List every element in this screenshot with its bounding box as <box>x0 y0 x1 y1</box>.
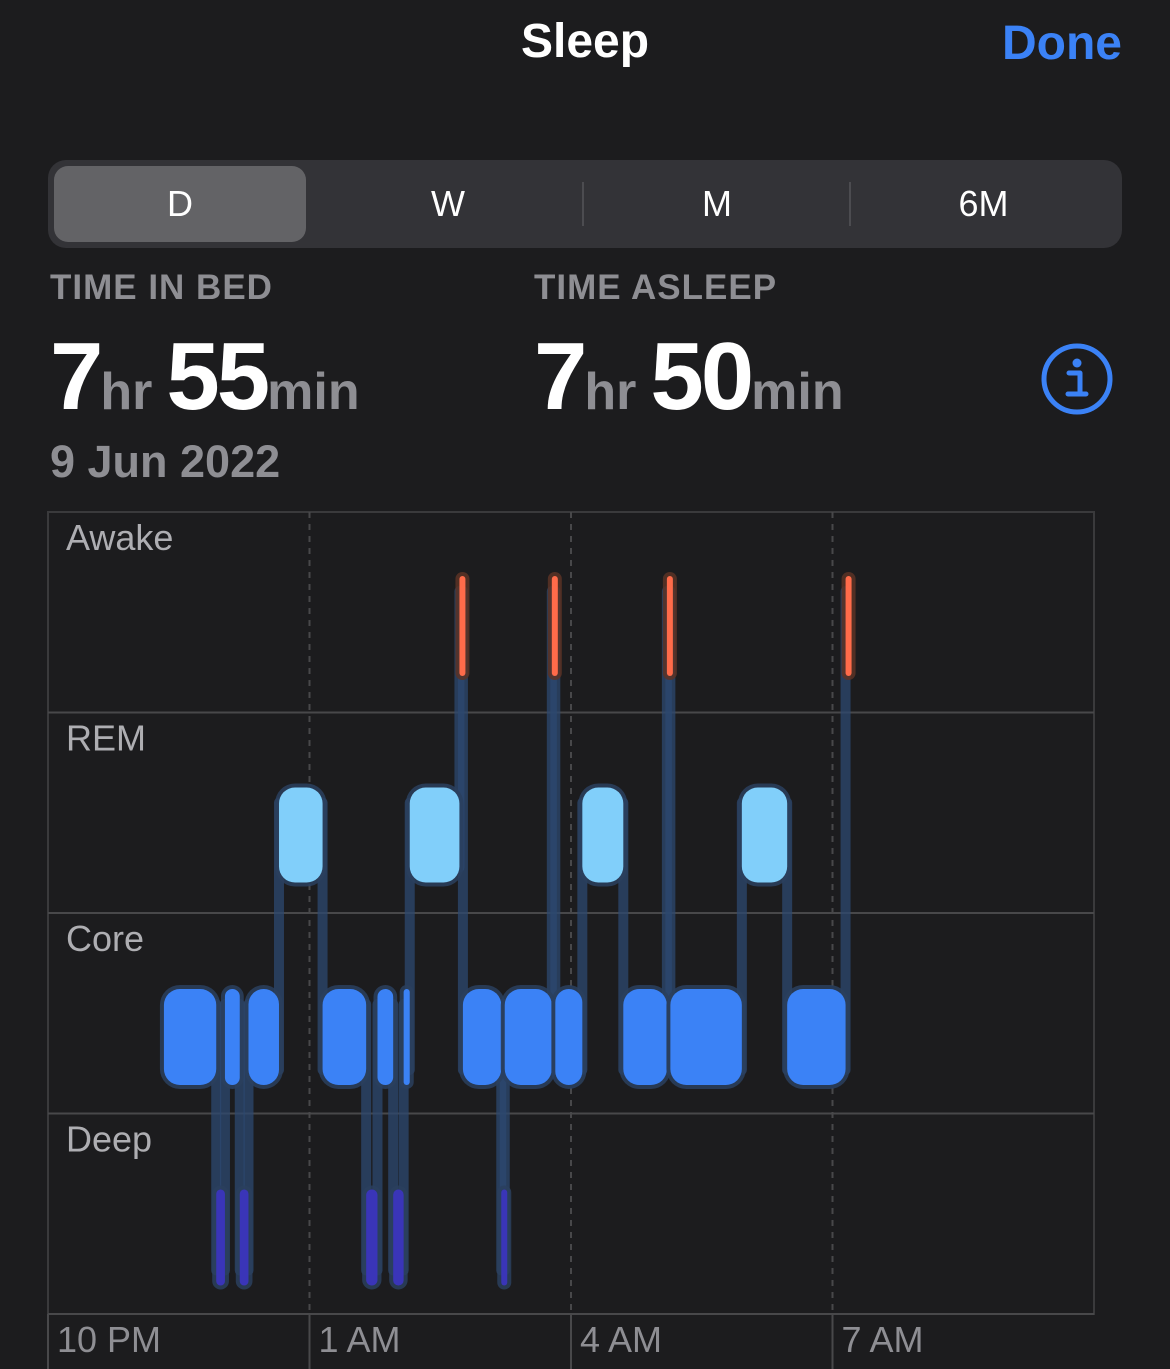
stage-block-rem <box>278 787 323 883</box>
stage-block-deep <box>393 1189 404 1286</box>
stage-block-awake <box>551 576 558 676</box>
stage-label-rem: REM <box>66 718 146 759</box>
x-tick-label: 7 AM <box>842 1319 924 1360</box>
x-tick-label: 4 AM <box>580 1319 662 1360</box>
stage-block-rem <box>582 787 624 883</box>
x-tick-label: 10 PM <box>57 1319 161 1360</box>
stage-block-core <box>163 989 217 1085</box>
stage-block-core <box>224 989 240 1085</box>
stage-block-rem <box>409 787 460 883</box>
stage-block-core <box>670 989 742 1085</box>
sleep-stages-chart: 10 PM 1 AM 4 AM 7 AM Awake REM Core Deep <box>47 511 1095 1369</box>
stage-block-awake <box>666 576 673 676</box>
stage-block-rem <box>741 787 788 883</box>
stage-block-deep <box>501 1189 508 1286</box>
stage-block-core <box>462 989 502 1085</box>
stage-block-core <box>403 989 410 1085</box>
stage-label-core: Core <box>66 918 144 959</box>
stage-label-deep: Deep <box>66 1119 152 1160</box>
stage-block-core <box>555 989 583 1085</box>
stage-block-deep <box>366 1189 378 1286</box>
stage-block-awake <box>459 576 466 676</box>
stage-block-deep <box>239 1189 249 1286</box>
x-tick-label: 1 AM <box>319 1319 401 1360</box>
stage-label-awake: Awake <box>66 517 173 558</box>
stage-block-deep <box>216 1189 225 1286</box>
stage-block-core <box>248 989 279 1085</box>
stage-block-core <box>322 989 367 1085</box>
stage-block-core <box>623 989 667 1085</box>
stage-block-core <box>504 989 552 1085</box>
stage-block-awake <box>845 576 852 676</box>
stage-block-core <box>377 989 394 1085</box>
stage-block-core <box>787 989 846 1085</box>
